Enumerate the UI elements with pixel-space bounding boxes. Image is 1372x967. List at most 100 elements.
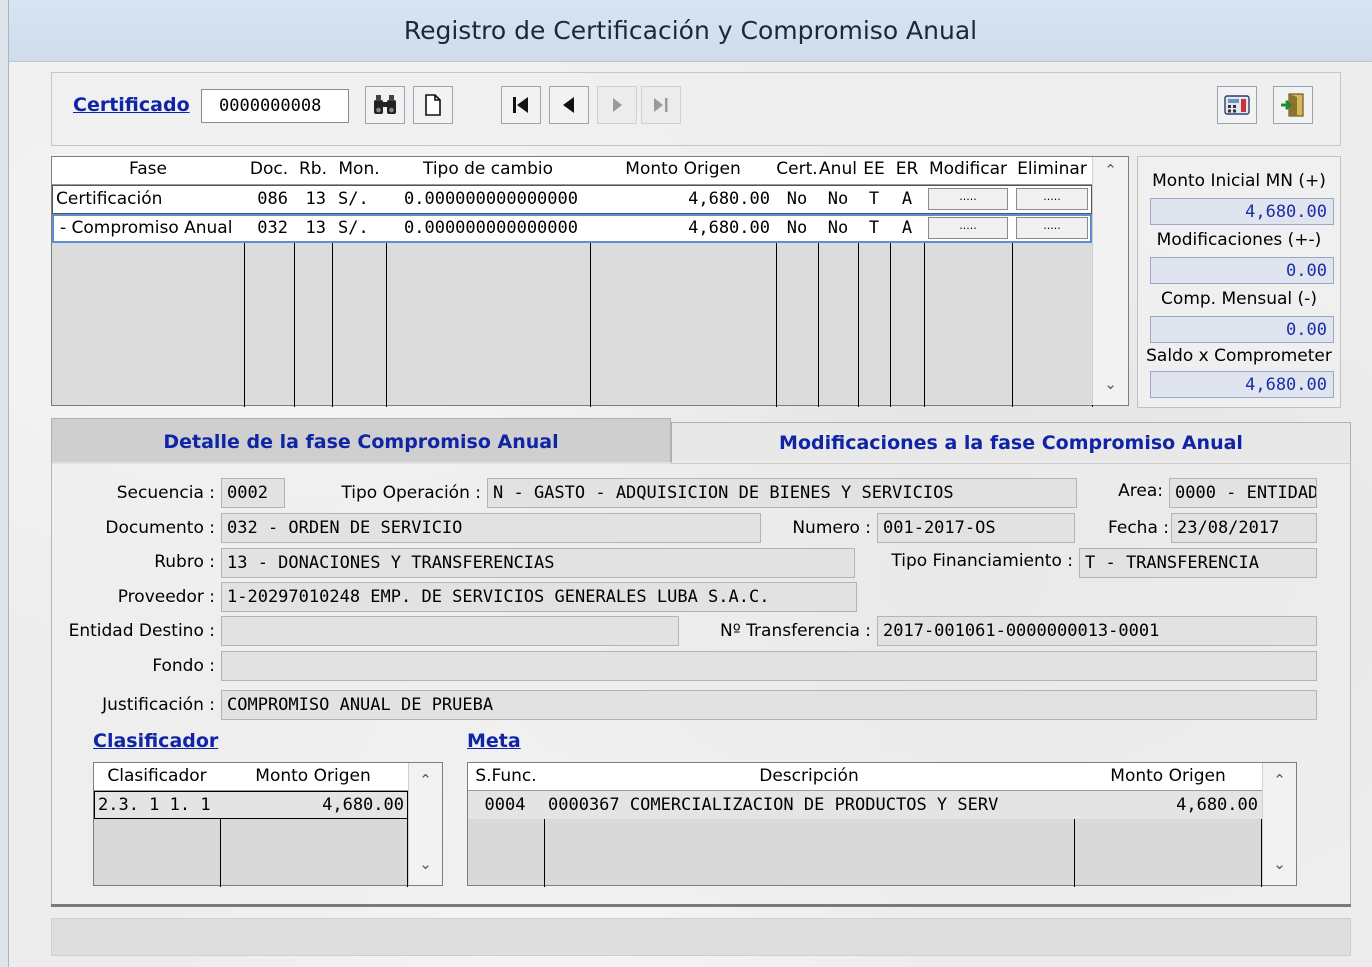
rubro-label: Rubro :: [154, 552, 215, 572]
col-monto-origen[interactable]: Monto Origen: [590, 159, 776, 179]
tab-detalle[interactable]: Detalle de la fase Compromiso Anual: [51, 418, 671, 464]
scroll-down-icon[interactable]: ⌄: [1093, 375, 1128, 403]
tipo-operacion-field[interactable]: N - GASTO - ADQUISICION DE BIENES Y SERV…: [487, 478, 1077, 508]
cell-monto: 4,680.00: [688, 189, 770, 209]
clasificador-link[interactable]: Clasificador: [93, 730, 218, 752]
cell-fase: Certificación: [56, 189, 163, 209]
numero-label: Numero :: [792, 518, 871, 538]
table-row[interactable]: Certificación 086 13 S/. 0.0000000000000…: [52, 185, 1092, 214]
cell-fase: - Compromiso Anual: [60, 218, 233, 238]
last-record-button[interactable]: [641, 86, 681, 124]
area-label: Area:: [1118, 481, 1163, 501]
transferencia-field[interactable]: 2017-001061-0000000013-0001: [877, 616, 1317, 646]
new-button[interactable]: [413, 86, 453, 124]
monto-inicial-value: 4,680.00: [1150, 198, 1334, 225]
tipo-operacion-label: Tipo Operación :: [341, 483, 481, 503]
next-record-button[interactable]: [597, 86, 637, 124]
meta-link[interactable]: Meta: [467, 730, 521, 752]
cell-descripcion: 0000367 COMERCIALIZACION DE PRODUCTOS Y …: [548, 795, 999, 815]
clasificador-scrollbar[interactable]: ⌃ ⌄: [408, 763, 442, 885]
tab-modificaciones[interactable]: Modificaciones a la fase Compromiso Anua…: [671, 422, 1351, 464]
col-descripcion[interactable]: Descripción: [544, 766, 1074, 786]
certificado-input[interactable]: 0000000008: [201, 89, 349, 123]
documento-field[interactable]: 032 - ORDEN DE SERVICIO: [221, 513, 761, 543]
col-tipo-cambio[interactable]: Tipo de cambio: [386, 159, 590, 179]
first-record-button[interactable]: [501, 86, 541, 124]
eliminar-button[interactable]: .....: [1016, 188, 1088, 210]
modificaciones-label: Modificaciones (+-): [1156, 230, 1322, 250]
exit-button[interactable]: [1273, 86, 1313, 124]
monto-inicial-label: Monto Inicial MN (+): [1152, 171, 1326, 191]
col-cert[interactable]: Cert.: [776, 159, 818, 179]
modificar-button[interactable]: .....: [928, 188, 1008, 210]
cell-ee: T: [868, 189, 880, 209]
cell-anul: No: [827, 189, 849, 209]
previous-record-button[interactable]: [549, 86, 589, 124]
proveedor-field[interactable]: 1-20297010248 EMP. DE SERVICIOS GENERALE…: [221, 582, 857, 612]
fecha-field[interactable]: 23/08/2017: [1171, 513, 1317, 543]
cell-doc: 086: [257, 189, 288, 209]
col-er[interactable]: ER: [890, 159, 924, 179]
comp-mensual-value: 0.00: [1150, 316, 1334, 343]
col-sfunc[interactable]: S.Func.: [468, 766, 544, 786]
comp-mensual-label: Comp. Mensual (-): [1161, 289, 1317, 309]
binoculars-icon: [372, 94, 398, 116]
search-button[interactable]: [365, 86, 405, 124]
numero-field[interactable]: 001-2017-OS: [877, 513, 1075, 543]
col-rb[interactable]: Rb.: [294, 159, 332, 179]
phases-grid-header: Fase Doc. Rb. Mon. Tipo de cambio Monto …: [52, 157, 1092, 185]
new-document-icon: [424, 93, 442, 117]
entidad-destino-label: Entidad Destino :: [68, 621, 215, 641]
scroll-down-icon[interactable]: ⌄: [1263, 855, 1296, 883]
justificacion-label: Justificación :: [102, 695, 215, 715]
rubro-field[interactable]: 13 - DONACIONES Y TRANSFERENCIAS: [221, 548, 855, 578]
area-field[interactable]: 0000 - ENTIDAD: [1169, 478, 1317, 508]
cell-sfunc: 0004: [484, 795, 526, 815]
col-ee[interactable]: EE: [858, 159, 890, 179]
previous-record-icon: [558, 95, 580, 115]
table-row-selected[interactable]: - Compromiso Anual 032 13 S/. 0.00000000…: [52, 214, 1092, 243]
col-anul[interactable]: Anul: [818, 159, 858, 179]
col-clasificador[interactable]: Clasificador: [94, 766, 220, 786]
exit-door-icon: [1280, 92, 1306, 118]
tab-strip: Detalle de la fase Compromiso Anual Modi…: [51, 418, 1351, 464]
fondo-field[interactable]: [221, 651, 1317, 681]
certificado-link[interactable]: Certificado: [73, 94, 190, 116]
next-record-icon: [606, 95, 628, 115]
transferencia-label: Nº Transferencia :: [720, 621, 871, 641]
meta-scrollbar[interactable]: ⌃ ⌄: [1262, 763, 1296, 885]
justificacion-field[interactable]: COMPROMISO ANUAL DE PRUEBA: [221, 690, 1317, 720]
calculator-icon: [1224, 94, 1250, 116]
scroll-up-icon[interactable]: ⌃: [1093, 161, 1128, 189]
cell-rb: 13: [305, 218, 326, 238]
cell-ee: T: [868, 218, 880, 238]
modificar-button[interactable]: .....: [928, 217, 1008, 239]
tipo-financiamiento-field[interactable]: T - TRANSFERENCIA: [1079, 548, 1317, 578]
scroll-down-icon[interactable]: ⌄: [409, 855, 442, 883]
cell-cert: No: [786, 189, 808, 209]
col-fase[interactable]: Fase: [52, 159, 244, 179]
cell-mon: S/.: [338, 218, 369, 238]
col-monto-origen[interactable]: Monto Origen: [1074, 766, 1262, 786]
phases-grid-scrollbar[interactable]: ⌃ ⌄: [1092, 157, 1128, 405]
meta-grid-header: S.Func. Descripción Monto Origen: [468, 763, 1262, 791]
col-eliminar[interactable]: Eliminar: [1012, 159, 1092, 179]
col-doc[interactable]: Doc.: [244, 159, 294, 179]
status-bar: [51, 918, 1351, 956]
cell-doc: 032: [257, 218, 288, 238]
col-mon[interactable]: Mon.: [332, 159, 386, 179]
eliminar-button[interactable]: .....: [1016, 217, 1088, 239]
phases-grid: Fase Doc. Rb. Mon. Tipo de cambio Monto …: [51, 156, 1129, 407]
clasificador-grid: Clasificador Monto Origen 2.3. 1 1. 1 1 …: [93, 762, 443, 887]
tipo-financiamiento-label: Tipo Financiamiento :: [891, 551, 1073, 571]
entidad-destino-field[interactable]: [221, 616, 679, 646]
scroll-up-icon[interactable]: ⌃: [1263, 771, 1296, 799]
fondo-label: Fondo :: [152, 656, 215, 676]
scroll-up-icon[interactable]: ⌃: [409, 771, 442, 799]
calculator-button[interactable]: [1217, 86, 1257, 124]
col-monto-origen[interactable]: Monto Origen: [220, 766, 406, 786]
secuencia-field[interactable]: 0002: [221, 478, 285, 508]
saldo-label: Saldo x Comprometer: [1146, 346, 1332, 366]
meta-grid: S.Func. Descripción Monto Origen 0004 00…: [467, 762, 1297, 887]
col-modificar[interactable]: Modificar: [924, 159, 1012, 179]
